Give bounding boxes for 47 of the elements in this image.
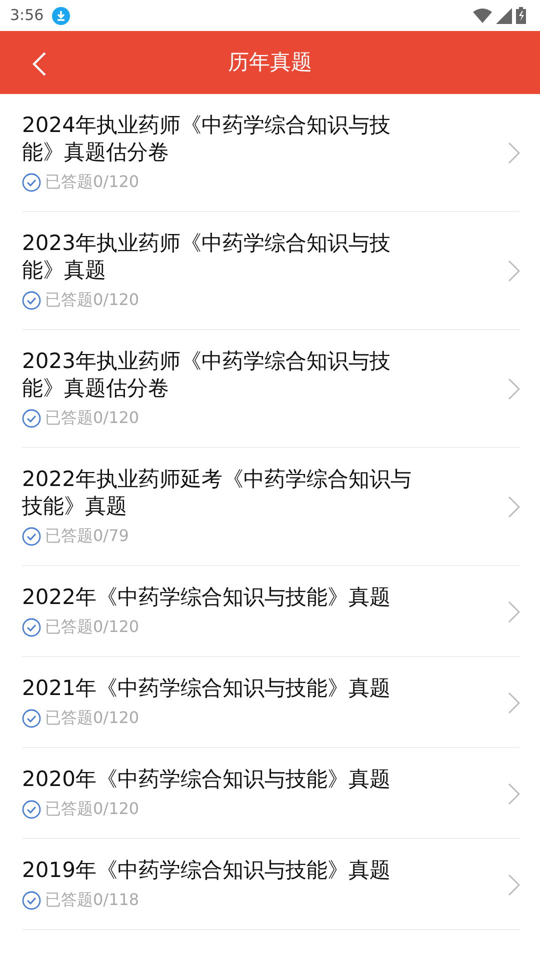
exam-title: 2021年《中药学综合知识与技能》真题 [22, 675, 392, 702]
page-title: 历年真题 [228, 48, 312, 76]
answered-count: 已答题0/120 [45, 407, 140, 429]
chevron-right-icon [508, 874, 520, 896]
answered-count: 已答题0/120 [45, 798, 140, 820]
answered-count: 已答题0/120 [45, 289, 140, 311]
exam-list-item[interactable]: 2023年执业药师《中药学综合知识与技能》真题估分卷 已答题0/120 [22, 330, 520, 448]
back-icon [30, 51, 48, 77]
exam-title: 2023年执业药师《中药学综合知识与技能》真题 [22, 230, 392, 284]
answered-count: 已答题0/120 [45, 707, 140, 729]
check-circle-icon [22, 290, 41, 310]
chevron-right-icon [508, 260, 520, 282]
chevron-right-icon [508, 692, 520, 714]
chevron-right-icon [508, 378, 520, 400]
answered-count: 已答题0/120 [45, 616, 140, 638]
exam-title: 2020年《中药学综合知识与技能》真题 [22, 766, 392, 793]
exam-list-item[interactable]: 2022年《中药学综合知识与技能》真题 已答题0/120 [22, 566, 520, 657]
download-icon [52, 6, 70, 24]
check-circle-icon [22, 708, 41, 728]
check-circle-icon [22, 890, 41, 910]
chevron-right-icon [508, 142, 520, 164]
answered-count: 已答题0/118 [45, 889, 140, 911]
status-time: 3:56 [10, 5, 44, 26]
battery-icon [516, 7, 526, 24]
exam-title: 2022年执业药师延考《中药学综合知识与技能》真题 [22, 466, 412, 520]
check-circle-icon [22, 800, 41, 818]
exam-title: 2022年《中药学综合知识与技能》真题 [22, 584, 392, 611]
chevron-right-icon [508, 782, 520, 804]
check-circle-icon [22, 526, 41, 546]
exam-list-item[interactable]: 2023年执业药师《中药学综合知识与技能》真题 已答题0/120 [22, 212, 520, 330]
exam-list-item[interactable]: 2024年执业药师《中药学综合知识与技能》真题估分卷 已答题0/120 [22, 94, 520, 212]
check-circle-icon [22, 408, 41, 428]
answered-count: 已答题0/79 [45, 525, 129, 547]
chevron-right-icon [508, 600, 520, 622]
exam-list-item[interactable]: 2021年《中药学综合知识与技能》真题 已答题0/120 [22, 657, 520, 748]
exam-list-item[interactable]: 2020年《中药学综合知识与技能》真题 已答题0/120 [22, 748, 520, 839]
chevron-right-icon [508, 496, 520, 518]
check-circle-icon [22, 618, 41, 636]
check-circle-icon [22, 172, 41, 192]
signal-icon [496, 8, 512, 24]
exam-title: 2023年执业药师《中药学综合知识与技能》真题估分卷 [22, 348, 392, 402]
exam-title: 2019年《中药学综合知识与技能》真题 [22, 857, 392, 884]
answered-count: 已答题0/120 [45, 171, 140, 193]
exam-list-item[interactable]: 2022年执业药师延考《中药学综合知识与技能》真题 已答题0/79 [22, 448, 520, 566]
exam-title: 2024年执业药师《中药学综合知识与技能》真题估分卷 [22, 112, 392, 166]
exam-list-item[interactable]: 2019年《中药学综合知识与技能》真题 已答题0/118 [22, 839, 520, 930]
wifi-icon [473, 8, 492, 23]
